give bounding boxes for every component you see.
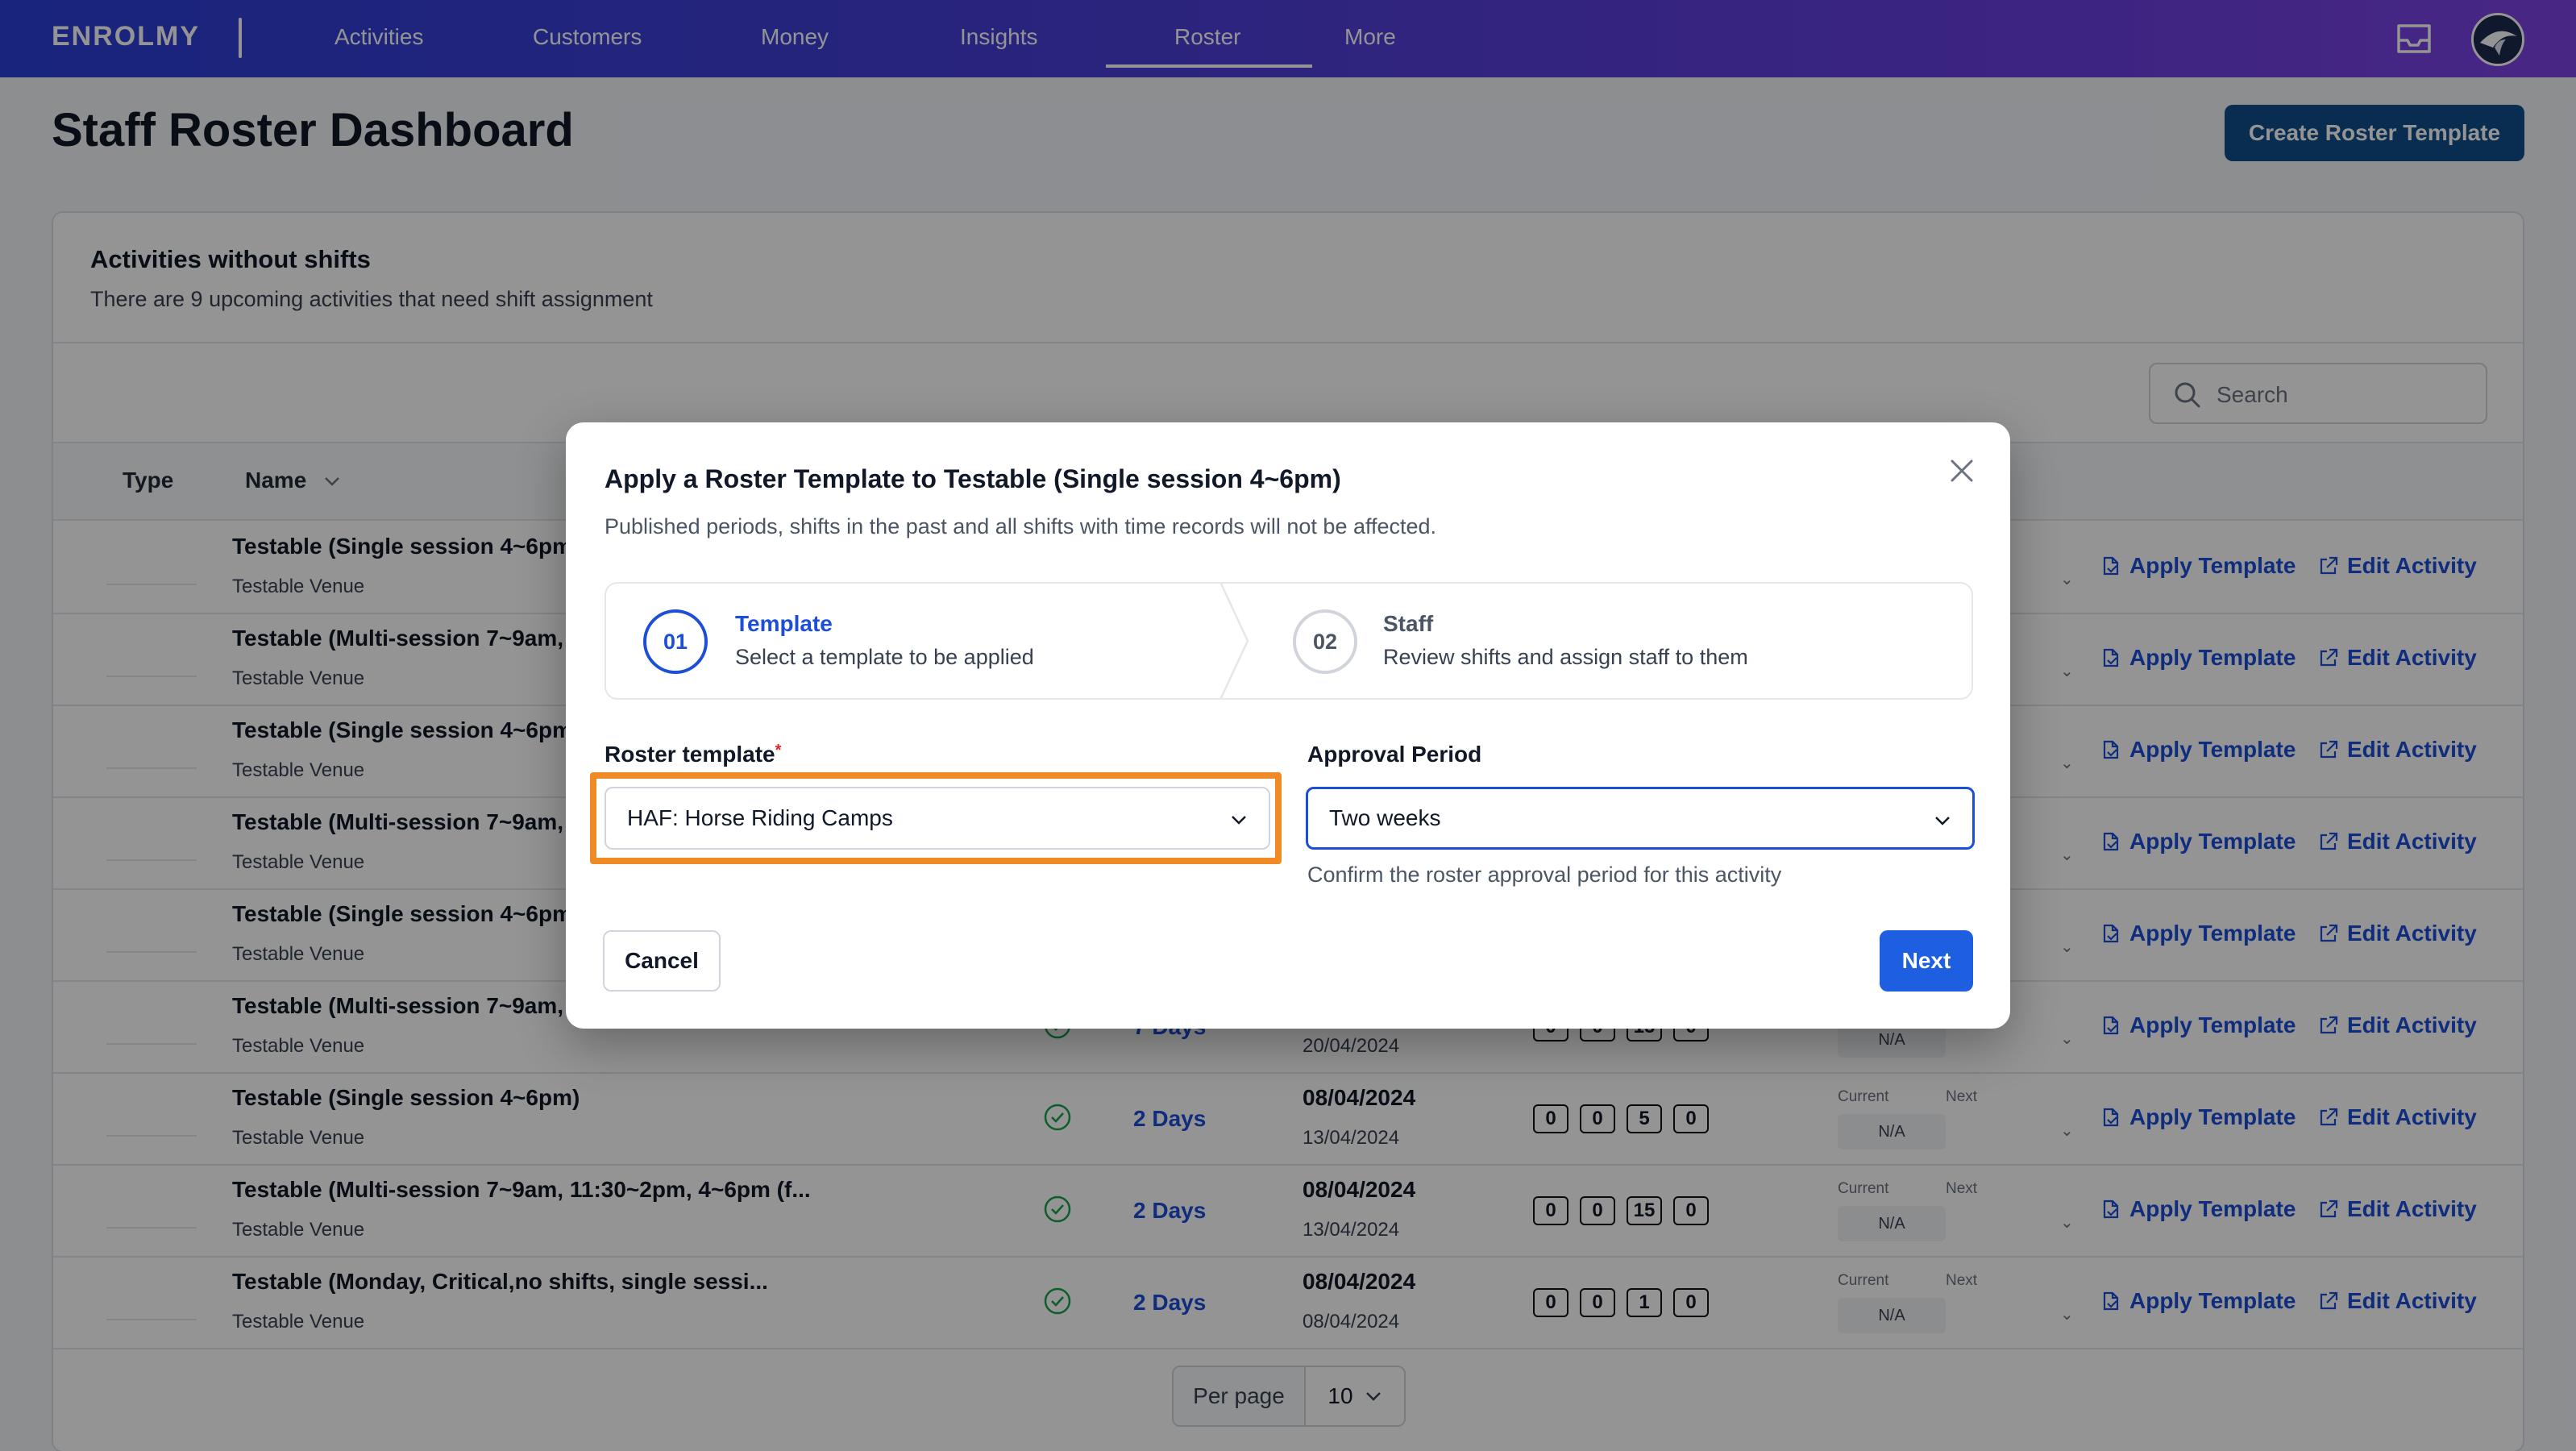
step-2-number: 02 <box>1293 609 1357 674</box>
chevron-down-icon <box>1232 816 1246 825</box>
roster-template-value: HAF: Horse Riding Camps <box>627 805 893 830</box>
approval-period-select[interactable]: Two weeks <box>1306 787 1975 850</box>
apply-roster-template-modal: Apply a Roster Template to Testable (Sin… <box>566 422 2010 1029</box>
modal-title: Apply a Roster Template to Testable (Sin… <box>605 464 1341 493</box>
close-icon[interactable] <box>1946 455 1978 487</box>
roster-template-select[interactable]: HAF: Horse Riding Camps <box>605 787 1270 850</box>
modal-subtitle: Published periods, shifts in the past an… <box>605 514 1437 538</box>
step-1-description: Select a template to be applied <box>735 645 1034 669</box>
step-1-title[interactable]: Template <box>735 611 833 637</box>
cancel-button[interactable]: Cancel <box>603 930 721 992</box>
step-separator <box>1219 584 1249 698</box>
approval-period-helper-text: Confirm the roster approval period for t… <box>1307 863 1782 887</box>
roster-template-label-text: Roster template <box>605 742 775 767</box>
approval-period-value: Two weeks <box>1329 805 1441 830</box>
approval-period-label: Approval Period <box>1307 742 1482 767</box>
step-2-title[interactable]: Staff <box>1383 611 1433 637</box>
required-marker: * <box>775 742 782 759</box>
step-1-number: 01 <box>643 609 708 674</box>
chevron-down-icon <box>1935 817 1950 825</box>
step-indicator: 01 Template Select a template to be appl… <box>605 582 1973 700</box>
step-2-description: Review shifts and assign staff to them <box>1383 645 1748 669</box>
roster-template-label: Roster template* <box>605 742 781 767</box>
next-button[interactable]: Next <box>1880 930 1973 992</box>
